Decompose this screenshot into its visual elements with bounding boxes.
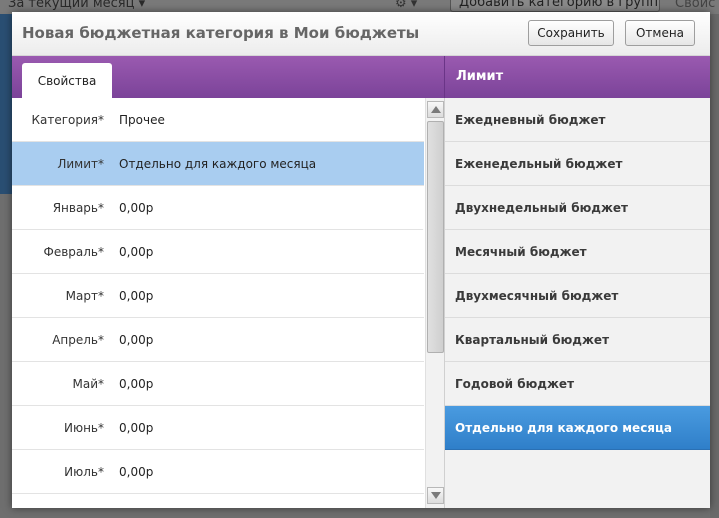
properties-scrollbar[interactable] (425, 98, 444, 508)
property-label: Июль* (64, 465, 104, 479)
property-value[interactable]: 0,00р (119, 450, 153, 494)
background-sidebar (0, 14, 12, 194)
save-button[interactable]: Сохранить (528, 20, 614, 46)
selection-pointer (410, 228, 424, 272)
limit-option-daily[interactable]: Ежедневный бюджет (445, 98, 710, 142)
property-label: Март* (65, 289, 104, 303)
property-value[interactable]: 0,00р (119, 230, 153, 274)
add-to-group-button[interactable]: Добавить категорию в группу ▾ (450, 0, 660, 12)
limit-title: Лимит (456, 69, 504, 84)
property-row-february[interactable]: Февраль* 0,00р (12, 230, 424, 274)
property-value[interactable]: 0,00р (119, 362, 153, 406)
property-value[interactable]: 0,00р (119, 318, 153, 362)
new-budget-category-dialog: Новая бюджетная категория в Мои бюджеты … (12, 12, 710, 508)
property-row-march[interactable]: Март* 0,00р (12, 274, 424, 318)
property-row-january[interactable]: Январь* 0,00р (12, 186, 424, 230)
limit-option-quarterly[interactable]: Квартальный бюджет (445, 318, 710, 362)
limit-option-weekly[interactable]: Еженедельный бюджет (445, 142, 710, 186)
property-row-may[interactable]: Май* 0,00р (12, 362, 424, 406)
properties-tabbar: Свойства (12, 56, 444, 98)
cancel-button[interactable]: Отмена (625, 20, 695, 46)
scroll-down-icon[interactable] (427, 487, 444, 504)
limit-option-bimonthly[interactable]: Двухмесячный бюджет (445, 274, 710, 318)
property-label: Февраль* (43, 245, 105, 259)
property-label: Май* (72, 377, 104, 391)
property-row-june[interactable]: Июнь* 0,00р (12, 406, 424, 450)
property-row-july[interactable]: Июль* 0,00р (12, 450, 424, 494)
gear-icon[interactable]: ⚙ ▾ (395, 0, 435, 12)
properties-list[interactable]: Категория* Прочее Лимит* Отдельно для ка… (12, 98, 424, 508)
scroll-up-icon[interactable] (427, 101, 444, 118)
property-value[interactable]: Прочее (119, 98, 165, 142)
tab-properties[interactable]: Свойства (22, 63, 112, 98)
limit-header: Лимит (444, 56, 710, 98)
property-value[interactable]: 0,00р (119, 274, 153, 318)
property-label: Лимит* (57, 157, 104, 171)
property-label: Июнь* (64, 421, 104, 435)
background-right-panel (710, 14, 719, 518)
background-properties-tab[interactable]: Свойс (675, 0, 715, 11)
property-label: Категория* (31, 113, 104, 127)
limit-option-monthly[interactable]: Месячный бюджет (445, 230, 710, 274)
property-label: Апрель* (52, 333, 104, 347)
property-value[interactable]: Отдельно для каждого месяца (119, 142, 316, 186)
scroll-thumb[interactable] (427, 121, 444, 353)
property-value[interactable]: 0,00р (119, 186, 153, 230)
property-row-limit[interactable]: Лимит* Отдельно для каждого месяца (12, 142, 424, 186)
dialog-title: Новая бюджетная категория в Мои бюджеты (22, 24, 420, 42)
property-value[interactable]: 0,00р (119, 406, 153, 450)
property-label: Январь* (52, 201, 104, 215)
period-dropdown[interactable]: За текущий месяц ▾ (8, 0, 145, 11)
property-row-category[interactable]: Категория* Прочее (12, 98, 424, 142)
dialog-header: Новая бюджетная категория в Мои бюджеты … (12, 12, 710, 56)
property-row-april[interactable]: Апрель* 0,00р (12, 318, 424, 362)
limit-options-list[interactable]: Ежедневный бюджет Еженедельный бюджет Дв… (444, 98, 710, 508)
limit-option-biweekly[interactable]: Двухнедельный бюджет (445, 186, 710, 230)
limit-option-per-month[interactable]: Отдельно для каждого месяца (445, 406, 710, 450)
limit-option-yearly[interactable]: Годовой бюджет (445, 362, 710, 406)
